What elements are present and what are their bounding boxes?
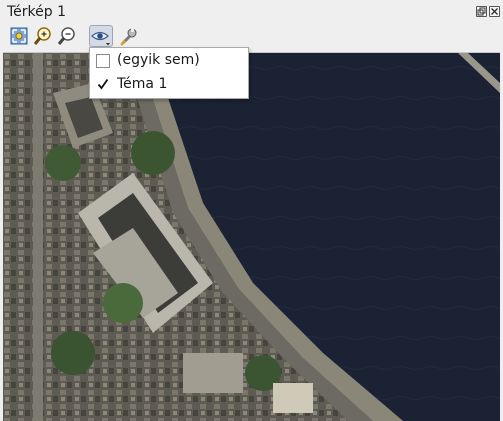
restore-icon[interactable]: [476, 6, 487, 17]
theme-visibility-icon: [91, 31, 110, 46]
settings-wrench-button[interactable]: [117, 25, 139, 47]
map-toolbar: [0, 24, 503, 50]
close-icon[interactable]: [489, 6, 500, 17]
theme-visibility-button[interactable]: [89, 25, 113, 47]
panel-titlebar: Térkép 1: [0, 0, 503, 24]
theme-menu-item-label: Téma 1: [117, 76, 168, 92]
zoom-in-icon: [33, 27, 51, 45]
theme-dropdown-menu: (egyik sem) Téma 1: [89, 47, 249, 99]
theme-menu-item-none[interactable]: (egyik sem): [90, 49, 248, 73]
zoom-out-button[interactable]: [56, 25, 78, 47]
theme-menu-item-label: (egyik sem): [117, 52, 200, 68]
zoom-full-button[interactable]: [8, 25, 30, 47]
zoom-full-icon: [10, 27, 28, 45]
checkmark-icon[interactable]: [97, 78, 109, 90]
panel-title: Térkép 1: [7, 4, 67, 20]
settings-wrench-icon: [120, 28, 137, 46]
map-canvas[interactable]: [3, 52, 500, 421]
theme-menu-item-tema-1[interactable]: Téma 1: [90, 73, 248, 97]
zoom-in-button[interactable]: [32, 25, 54, 47]
aerial-map-image: [3, 53, 500, 421]
checkbox-icon[interactable]: [96, 54, 110, 68]
zoom-out-icon: [57, 27, 75, 45]
